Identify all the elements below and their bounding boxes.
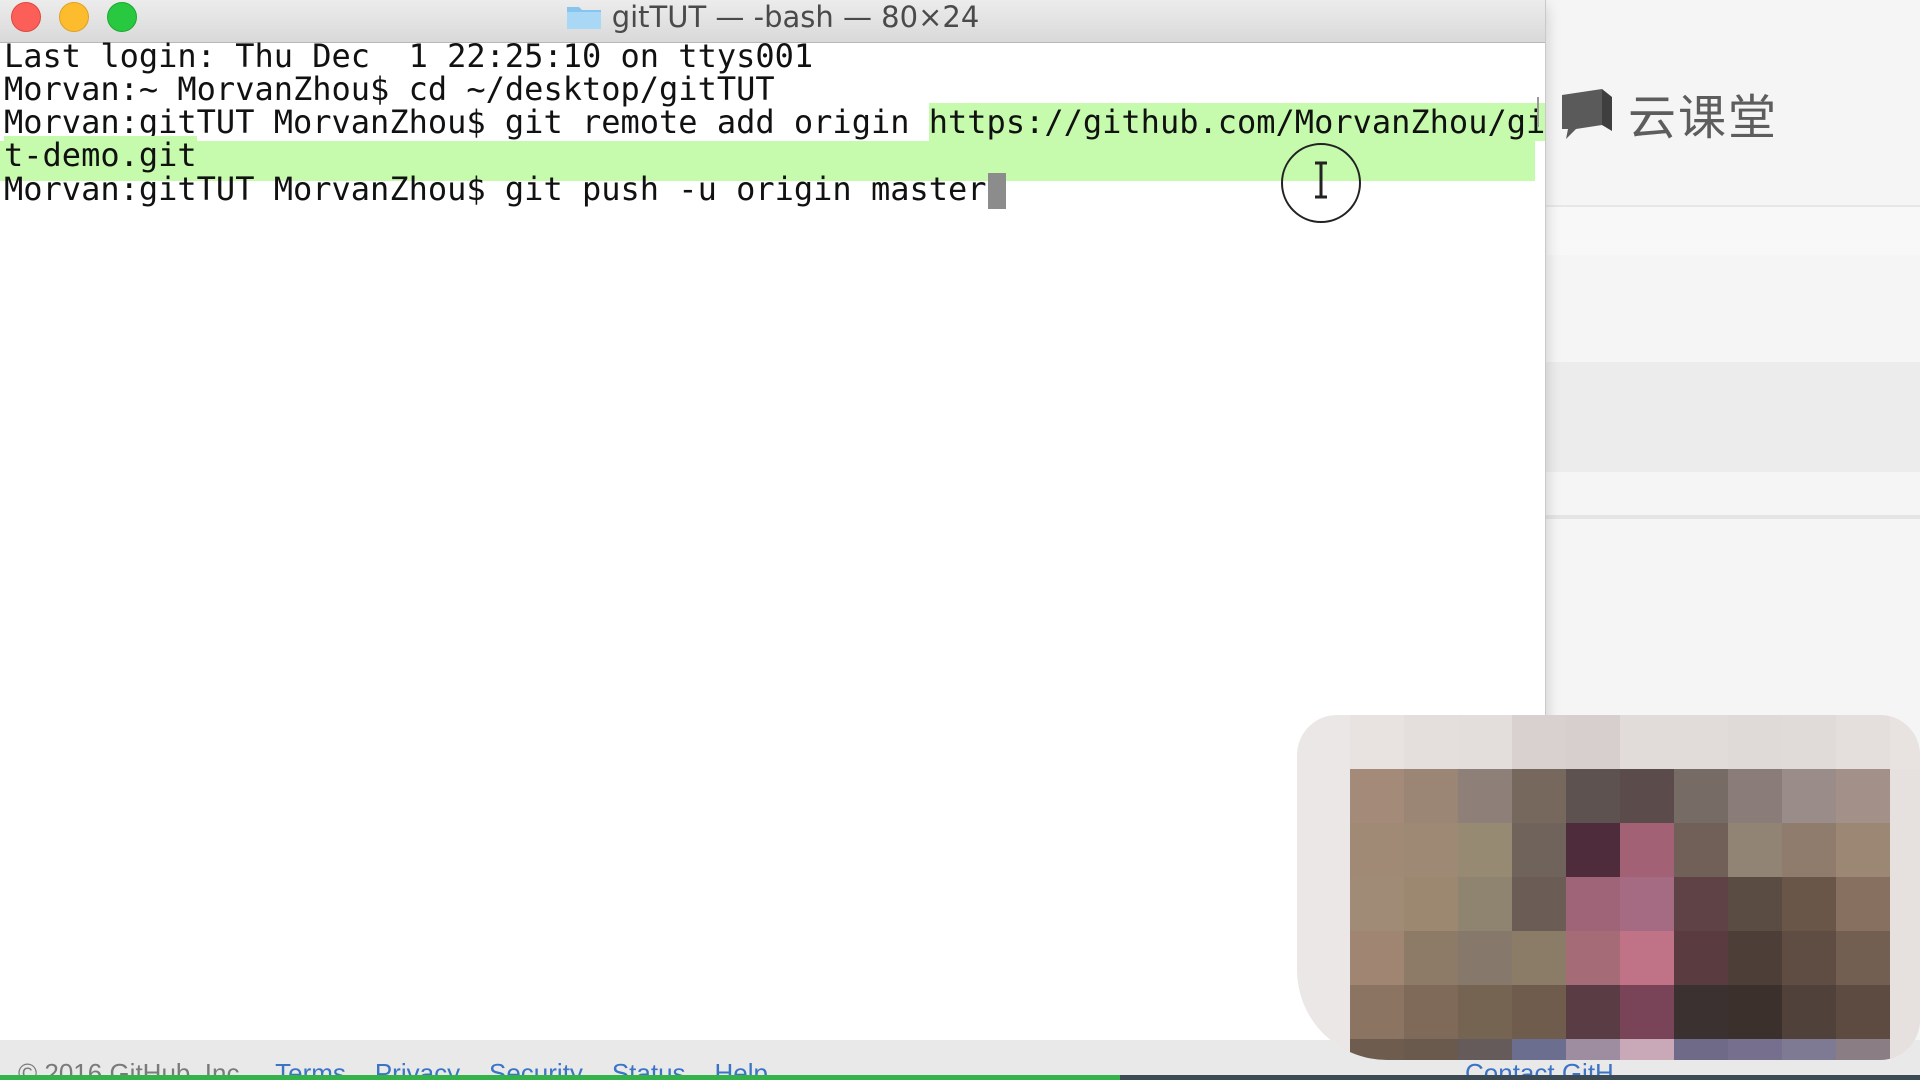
webcam-pixel — [1782, 985, 1836, 1039]
webcam-pixel — [1458, 931, 1512, 985]
webcam-pixel — [1728, 985, 1782, 1039]
webcam-pixel — [1836, 985, 1890, 1039]
webcam-pixel — [1458, 823, 1512, 877]
webcam-pixel — [1890, 877, 1920, 931]
webcam-pixel — [1404, 769, 1458, 823]
webcam-pixel — [1782, 931, 1836, 985]
webcam-pixel — [1890, 823, 1920, 877]
progress-bar — [0, 1075, 1120, 1080]
webcam-pixel — [1782, 877, 1836, 931]
webcam-pixel — [1512, 877, 1566, 931]
scroll-indicator[interactable] — [1537, 97, 1543, 127]
webcam-pixel — [1404, 715, 1458, 769]
webcam-pixel — [1404, 877, 1458, 931]
webcam-pixel — [1782, 1039, 1836, 1060]
watermark-text: 云课堂 — [1628, 90, 1779, 146]
webcam-pixel — [1836, 715, 1890, 769]
webcam-pixel — [1674, 769, 1728, 823]
webcam-pixel — [1458, 769, 1512, 823]
webcam-pixel — [1836, 1039, 1890, 1060]
webcam-pixel — [1728, 877, 1782, 931]
webcam-pixel — [1404, 823, 1458, 877]
webcam-pixel — [1350, 1039, 1404, 1060]
terminal-line: Morvan:gitTUT MorvanZhou$ git push -u or… — [4, 169, 1006, 209]
webcam-pixel — [1890, 769, 1920, 823]
webcam-pixel — [1404, 1039, 1458, 1060]
webcam-pixel — [1674, 715, 1728, 769]
webcam-pixel — [1620, 877, 1674, 931]
webcam-pixel — [1620, 985, 1674, 1039]
webcam-pixel — [1458, 877, 1512, 931]
selected-url[interactable]: https://github.com/MorvanZhou/gi — [928, 103, 1546, 141]
webcam-pixel — [1350, 877, 1404, 931]
window-title: gitTUT — -bash — 80×24 — [0, 0, 1545, 34]
webcam-pixel — [1728, 1039, 1782, 1060]
webcam-pixel — [1674, 877, 1728, 931]
webcam-pixel — [1566, 1039, 1620, 1060]
webcam-pixel — [1458, 1039, 1512, 1060]
webcam-pixel — [1512, 1039, 1566, 1060]
webcam-pixel — [1674, 931, 1728, 985]
webcam-pixel — [1512, 769, 1566, 823]
webcam-pixel — [1620, 1039, 1674, 1060]
webcam-pixel — [1350, 715, 1404, 769]
webcam-pixel — [1728, 769, 1782, 823]
webcam-pixel — [1566, 985, 1620, 1039]
window-title-text: gitTUT — -bash — 80×24 — [611, 0, 980, 34]
webcam-pixel — [1890, 1039, 1920, 1060]
text-cursor — [987, 173, 1006, 209]
webcam-pixel — [1566, 877, 1620, 931]
webcam-pixel — [1512, 823, 1566, 877]
webcam-pixel — [1566, 931, 1620, 985]
webcam-pixel — [1458, 985, 1512, 1039]
webcam-pixel — [1566, 823, 1620, 877]
webcam-pixel — [1782, 715, 1836, 769]
webcam-pixel — [1890, 715, 1920, 769]
webcam-pixel — [1566, 715, 1620, 769]
webcam-pixel — [1836, 769, 1890, 823]
watermark-logo: 云课堂 — [1558, 78, 1778, 148]
webcam-pixel — [1674, 1039, 1728, 1060]
webcam-pixel — [1890, 985, 1920, 1039]
background-band — [1545, 362, 1920, 472]
webcam-pixel — [1512, 931, 1566, 985]
webcam-pixel — [1620, 769, 1674, 823]
webcam-pixel — [1728, 823, 1782, 877]
webcam-pixel — [1620, 715, 1674, 769]
terminal-line: Morvan:gitTUT MorvanZhou$ git remote add… — [4, 102, 1546, 142]
webcam-pixel — [1350, 985, 1404, 1039]
webcam-pixel — [1836, 877, 1890, 931]
webcam-pixel — [1782, 769, 1836, 823]
webcam-pixel — [1728, 931, 1782, 985]
terminal-line-text: Morvan:gitTUT MorvanZhou$ git push -u or… — [4, 170, 987, 208]
webcam-pixel — [1350, 769, 1404, 823]
background-band — [1545, 205, 1920, 255]
webcam-pixel — [1458, 715, 1512, 769]
webcam-pixel — [1728, 715, 1782, 769]
folder-icon — [566, 4, 602, 30]
webcam-pixel — [1350, 823, 1404, 877]
background-divider — [1545, 515, 1920, 519]
webcam-pixel — [1566, 769, 1620, 823]
webcam-pixel — [1404, 985, 1458, 1039]
chat-bubble-icon — [1558, 87, 1614, 139]
webcam-pixels — [1350, 715, 1920, 1060]
webcam-pixel — [1674, 823, 1728, 877]
webcam-pixel — [1620, 931, 1674, 985]
webcam-pixel — [1836, 931, 1890, 985]
webcam-pixel — [1350, 931, 1404, 985]
progress-bar-track — [1120, 1075, 1920, 1080]
webcam-overlay — [1297, 715, 1920, 1060]
webcam-pixel — [1620, 823, 1674, 877]
webcam-pixel — [1404, 931, 1458, 985]
ibeam-pointer-icon — [1281, 143, 1361, 223]
webcam-pixel — [1836, 823, 1890, 877]
webcam-pixel — [1674, 985, 1728, 1039]
webcam-pixel — [1782, 823, 1836, 877]
webcam-pixel — [1512, 985, 1566, 1039]
webcam-pixel — [1512, 715, 1566, 769]
webcam-pixel — [1890, 931, 1920, 985]
